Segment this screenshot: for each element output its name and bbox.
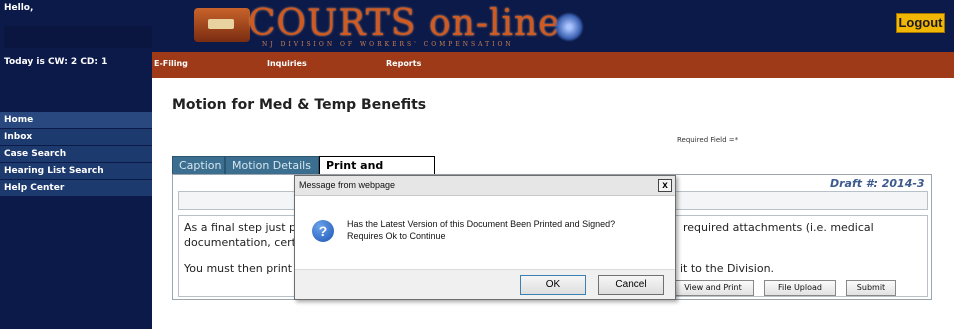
header-banner: COURTS on-line NJ DIVISION OF WORKERS' C… (152, 0, 954, 52)
today-label: Today is CW: 2 CD: 1 (4, 57, 108, 67)
file-upload-button[interactable]: File Upload (764, 280, 836, 296)
sidebar-item-inbox[interactable]: Inbox (0, 129, 152, 146)
dialog-message-line1: Has the Latest Version of this Document … (347, 219, 616, 229)
ok-button[interactable]: OK (520, 275, 586, 295)
view-and-print-button[interactable]: View and Print (672, 280, 754, 296)
submit-button[interactable]: Submit (846, 280, 896, 296)
logo-subtitle: NJ DIVISION OF WORKERS' COMPENSATION (262, 41, 514, 48)
dialog-titlebar[interactable]: Message from webpage x (295, 176, 675, 196)
greeting: Hello, (4, 3, 34, 13)
tab-caption[interactable]: Caption (172, 156, 225, 175)
sidebar-item-help-center[interactable]: Help Center (0, 180, 152, 197)
logout-button[interactable]: Logout (896, 13, 945, 33)
message-dialog: Message from webpage x ? Has the Latest … (294, 175, 676, 300)
sidebar-item-hearing-list-search[interactable]: Hearing List Search (0, 163, 152, 180)
required-field-note: Required Field =* (677, 136, 739, 144)
menu-bar: E-Filing Inquiries Reports (152, 52, 954, 78)
sidebar: Hello, Today is CW: 2 CD: 1 Home Inbox C… (0, 0, 152, 329)
dialog-message-line2: Requires Ok to Continue (347, 231, 446, 241)
sidebar-item-home[interactable]: Home (0, 112, 152, 129)
menu-item-e-filing[interactable]: E-Filing (154, 59, 188, 68)
sidebar-item-case-search[interactable]: Case Search (0, 146, 152, 163)
instruction-line2-start: documentation, certi (184, 236, 300, 249)
instruction-line3-start: You must then print (184, 262, 293, 275)
courts-online-logo: COURTS on-line NJ DIVISION OF WORKERS' C… (194, 4, 584, 48)
draft-number: Draft #: 2014-3 (830, 177, 925, 190)
menu-item-inquiries[interactable]: Inquiries (267, 59, 307, 68)
menu-item-reports[interactable]: Reports (386, 59, 421, 68)
gavel-icon (194, 8, 250, 42)
close-icon[interactable]: x (658, 179, 672, 192)
question-icon: ? (312, 220, 334, 242)
instruction-line3-end: it to the Division. (680, 262, 775, 275)
dialog-title: Message from webpage (299, 180, 396, 190)
cancel-button[interactable]: Cancel (598, 275, 664, 295)
page-title: Motion for Med & Temp Benefits (172, 97, 427, 113)
instruction-line1-end: required attachments (i.e. medical (683, 221, 874, 234)
username-box (4, 26, 152, 48)
tab-print-and-submit[interactable]: Print and Submit (319, 156, 435, 190)
sidebar-nav: Home Inbox Case Search Hearing List Sear… (0, 112, 152, 197)
logo-title: COURTS on-line (248, 3, 561, 44)
star-icon (554, 12, 584, 42)
instruction-line1-start: As a final step just p (184, 221, 297, 234)
tab-motion-details[interactable]: Motion Details (225, 156, 319, 175)
